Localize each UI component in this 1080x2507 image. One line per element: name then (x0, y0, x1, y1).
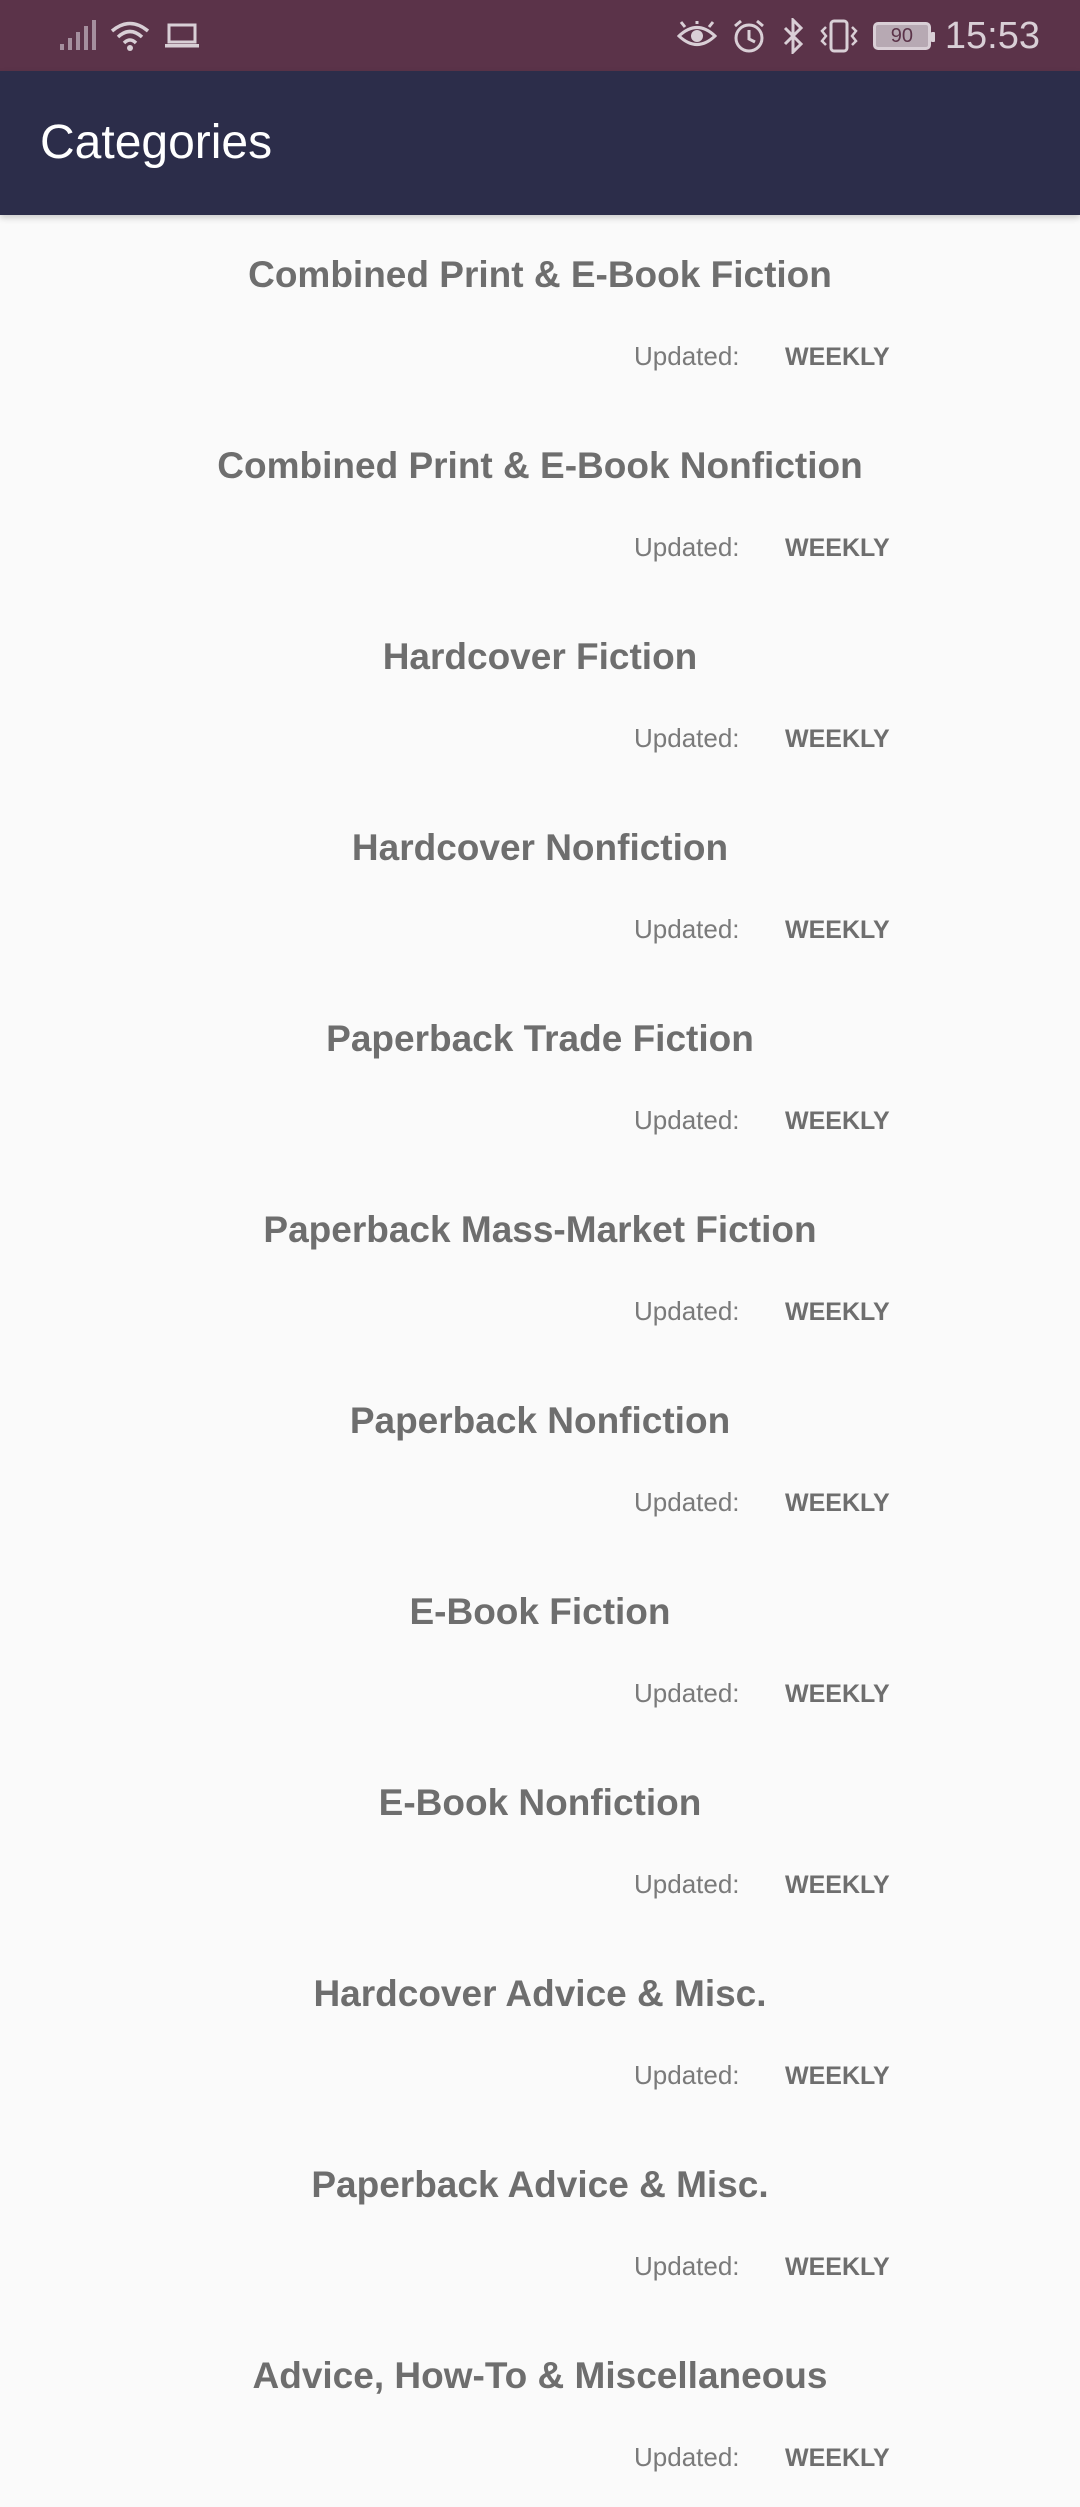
category-name: Hardcover Nonfiction (351, 827, 729, 868)
update-frequency: WEEKLY (785, 343, 890, 371)
update-frequency: WEEKLY (785, 916, 890, 944)
updated-label: Updated: (634, 1487, 740, 1517)
list-item[interactable]: E-Book Nonfiction Updated: WEEKLY (0, 1743, 1080, 1934)
updated-label: Updated: (634, 1869, 740, 1899)
updated-label: Updated: (634, 2442, 740, 2472)
updated-label: Updated: (634, 1105, 740, 1135)
updated-label: Updated: (634, 1678, 740, 1708)
update-frequency: WEEKLY (785, 2062, 890, 2090)
update-frequency: WEEKLY (785, 1871, 890, 1899)
category-name: Hardcover Fiction (382, 636, 698, 677)
status-left-icons (58, 16, 200, 56)
wifi-icon (110, 20, 150, 52)
category-name: Hardcover Advice & Misc. (313, 1973, 767, 2014)
page-title: Categories (40, 116, 273, 169)
list-item[interactable]: Hardcover Fiction Updated: WEEKLY (0, 597, 1080, 788)
battery-icon: 90 (872, 22, 935, 50)
category-name: Paperback Nonfiction (349, 1400, 731, 1441)
list-item[interactable]: Combined Print & E-Book Fiction Updated:… (0, 215, 1080, 406)
category-name: Combined Print & E-Book Nonfiction (217, 445, 863, 486)
updated-label: Updated: (634, 341, 740, 371)
list-item[interactable]: Hardcover Advice & Misc. Updated: WEEKLY (0, 1934, 1080, 2125)
category-name: Paperback Trade Fiction (326, 1018, 754, 1059)
updated-label: Updated: (634, 532, 740, 562)
vibrate-icon (819, 18, 859, 54)
updated-label: Updated: (634, 2251, 740, 2281)
list-item[interactable]: Paperback Trade Fiction Updated: WEEKLY (0, 979, 1080, 1170)
status-right-icons: 90 15:53 (676, 10, 1040, 62)
updated-label: Updated: (634, 2060, 740, 2090)
category-list[interactable]: Combined Print & E-Book Fiction Updated:… (0, 215, 1080, 2507)
category-name: E-Book Nonfiction (378, 1782, 702, 1823)
list-item[interactable]: Paperback Advice & Misc. Updated: WEEKLY (0, 2125, 1080, 2316)
update-frequency: WEEKLY (785, 1680, 890, 1708)
category-name: Advice, How-To & Miscellaneous (252, 2355, 828, 2396)
eye-icon (676, 21, 717, 51)
category-name: Paperback Mass-Market Fiction (263, 1209, 817, 1250)
battery-level: 90 (890, 24, 914, 47)
signal-icon (58, 20, 96, 52)
bluetooth-icon (781, 18, 805, 54)
updated-label: Updated: (634, 914, 740, 944)
update-frequency: WEEKLY (785, 534, 890, 562)
status-time: 15:53 (944, 14, 1040, 57)
laptop-icon (164, 22, 200, 50)
app-bar: Categories (0, 71, 1080, 215)
list-item[interactable]: Hardcover Nonfiction Updated: WEEKLY (0, 788, 1080, 979)
update-frequency: WEEKLY (785, 2253, 890, 2281)
list-item[interactable]: Paperback Mass-Market Fiction Updated: W… (0, 1170, 1080, 1361)
category-name: E-Book Fiction (409, 1591, 671, 1632)
update-frequency: WEEKLY (785, 1489, 890, 1517)
alarm-icon (731, 18, 767, 54)
update-frequency: WEEKLY (785, 725, 890, 753)
list-item[interactable]: Advice, How-To & Miscellaneous Updated: … (0, 2316, 1080, 2507)
updated-label: Updated: (634, 723, 740, 753)
status-bar: 90 15:53 (0, 0, 1080, 71)
category-name: Paperback Advice & Misc. (311, 2164, 769, 2205)
list-item[interactable]: Combined Print & E-Book Nonfiction Updat… (0, 406, 1080, 597)
list-item[interactable]: Paperback Nonfiction Updated: WEEKLY (0, 1361, 1080, 1552)
update-frequency: WEEKLY (785, 1298, 890, 1326)
list-item[interactable]: E-Book Fiction Updated: WEEKLY (0, 1552, 1080, 1743)
category-name: Combined Print & E-Book Fiction (248, 254, 832, 295)
update-frequency: WEEKLY (785, 1107, 890, 1135)
updated-label: Updated: (634, 1296, 740, 1326)
